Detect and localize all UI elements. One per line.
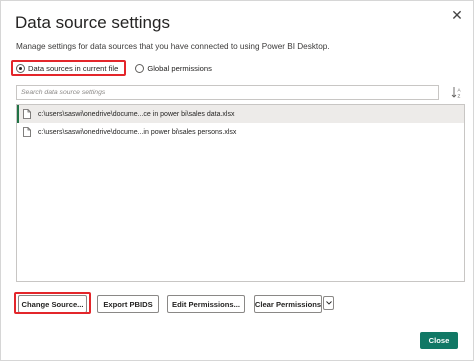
edit-permissions-button[interactable]: Edit Permissions...: [167, 295, 245, 313]
change-source-button[interactable]: Change Source...: [18, 295, 87, 313]
dialog-description: Manage settings for data sources that yo…: [16, 42, 330, 51]
chevron-down-icon: [325, 301, 332, 305]
file-icon: [23, 127, 31, 137]
search-input[interactable]: Search data source settings: [16, 85, 439, 100]
sort-icon: A Z: [451, 86, 461, 98]
file-icon: [23, 109, 31, 119]
radio-button-unchecked[interactable]: [135, 63, 145, 73]
radio-current-file-label: Data sources in current file: [28, 63, 119, 73]
data-source-path: c:\users\saswi\onedrive\docume...ce in p…: [38, 110, 235, 118]
dialog-title: Data source settings: [15, 13, 170, 32]
list-item[interactable]: c:\users\saswi\onedrive\docume...ce in p…: [17, 105, 464, 123]
export-pbids-button[interactable]: Export PBIDS: [97, 295, 159, 313]
radio-global-permissions-label: Global permissions: [147, 63, 212, 73]
clear-permissions-button[interactable]: Clear Permissions: [254, 295, 322, 313]
close-button[interactable]: Close: [420, 332, 458, 349]
data-source-settings-dialog: ✕ Data source settings Manage settings f…: [0, 0, 474, 361]
svg-text:A: A: [457, 87, 461, 92]
radio-global-permissions[interactable]: Global permissions: [135, 63, 212, 73]
search-placeholder: Search data source settings: [21, 89, 106, 96]
data-source-list: c:\users\saswi\onedrive\docume...ce in p…: [16, 104, 465, 282]
scope-radio-group: Data sources in current file Global perm…: [11, 59, 212, 77]
close-icon[interactable]: ✕: [449, 7, 465, 23]
radio-current-file[interactable]: Data sources in current file: [11, 60, 127, 76]
svg-text:Z: Z: [457, 93, 460, 98]
list-item[interactable]: c:\users\saswi\onedrive\docume...in powe…: [17, 123, 464, 141]
sort-button[interactable]: A Z: [449, 84, 465, 100]
data-source-path: c:\users\saswi\onedrive\docume...in powe…: [38, 128, 237, 136]
clear-permissions-dropdown[interactable]: [323, 296, 334, 310]
radio-button-checked[interactable]: [16, 63, 25, 73]
